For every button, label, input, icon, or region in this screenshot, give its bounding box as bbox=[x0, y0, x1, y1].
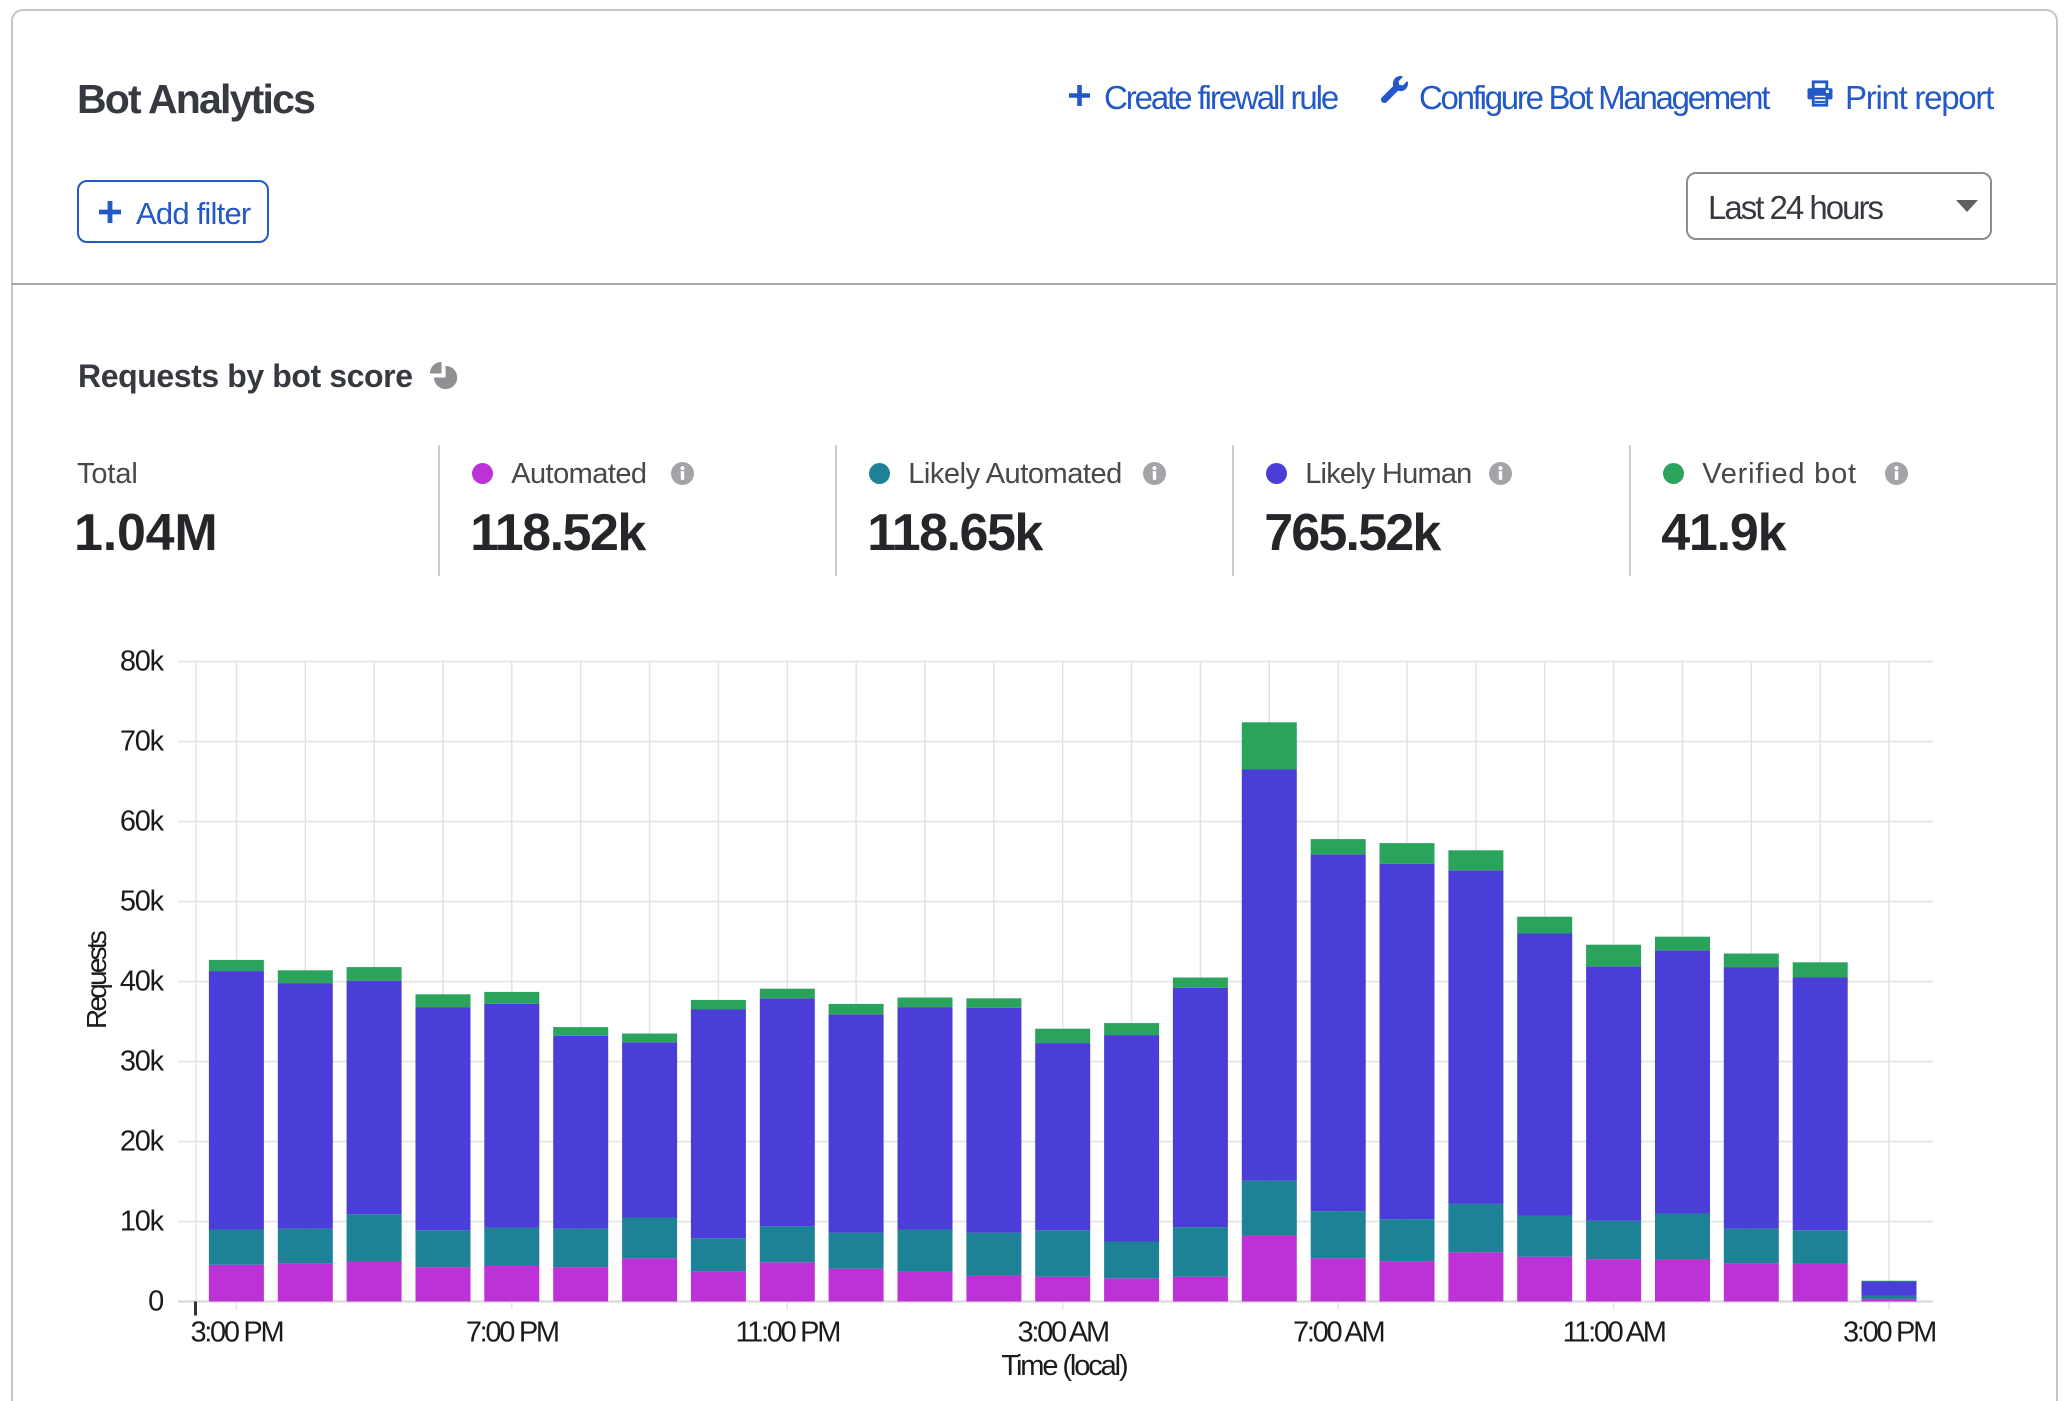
svg-text:11:00 PM: 11:00 PM bbox=[736, 1317, 840, 1349]
svg-text:7:00 PM: 7:00 PM bbox=[466, 1317, 558, 1349]
svg-text:50k: 50k bbox=[120, 886, 165, 918]
svg-text:3:00 PM: 3:00 PM bbox=[1843, 1317, 1935, 1349]
svg-text:3:00 AM: 3:00 AM bbox=[1018, 1317, 1108, 1349]
svg-text:20k: 20k bbox=[120, 1126, 165, 1158]
svg-text:80k: 80k bbox=[120, 646, 165, 678]
svg-text:11:00 AM: 11:00 AM bbox=[1563, 1317, 1665, 1349]
svg-text:Requests: Requests bbox=[81, 931, 112, 1029]
svg-text:Time (local): Time (local) bbox=[1001, 1350, 1127, 1382]
svg-text:3:00 PM: 3:00 PM bbox=[190, 1317, 282, 1349]
svg-text:7:00 AM: 7:00 AM bbox=[1293, 1317, 1383, 1349]
svg-text:40k: 40k bbox=[120, 966, 165, 998]
svg-text:0: 0 bbox=[148, 1286, 163, 1318]
svg-text:70k: 70k bbox=[120, 726, 165, 758]
svg-text:60k: 60k bbox=[120, 806, 165, 838]
svg-text:30k: 30k bbox=[120, 1046, 165, 1078]
svg-text:10k: 10k bbox=[120, 1206, 165, 1238]
